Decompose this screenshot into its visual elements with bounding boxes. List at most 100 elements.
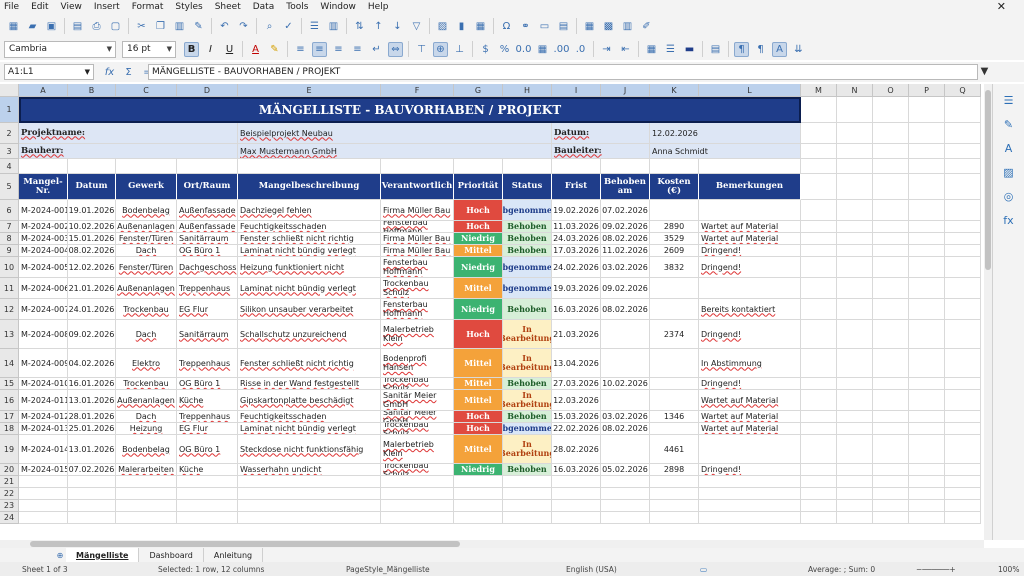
grid-cell[interactable] — [909, 476, 945, 488]
grid-cell[interactable] — [909, 278, 945, 299]
cell-gewerk[interactable]: Dach — [116, 320, 177, 349]
row-header-22[interactable]: 22 — [0, 488, 19, 500]
row-header-13[interactable]: 13 — [0, 320, 19, 349]
grid-cell[interactable] — [909, 123, 945, 144]
grid-cell[interactable] — [873, 423, 909, 435]
grid-cell[interactable] — [945, 435, 981, 464]
sheet-title[interactable]: MÄNGELLISTE - BAUVORHABEN / PROJEKT — [19, 97, 801, 123]
grid-cell[interactable] — [552, 512, 601, 524]
cell-ort[interactable]: EG Flur — [177, 423, 238, 435]
insert-chart-icon[interactable]: ▮ — [454, 19, 469, 34]
cell-frist[interactable]: 11.03.2026 — [552, 221, 601, 233]
cell-prio[interactable]: Hoch — [454, 221, 503, 233]
redo-icon[interactable]: ↷ — [236, 19, 251, 34]
zoom-slider[interactable]: −──────+ — [916, 565, 956, 574]
undo-icon[interactable]: ↶ — [217, 19, 232, 34]
column-title-12[interactable]: Bemerkungen — [699, 174, 801, 200]
cell-gewerk[interactable]: Malerarbeiten — [116, 464, 177, 476]
cell-kosten[interactable]: 4461 — [650, 435, 699, 464]
grid-cell[interactable] — [19, 500, 68, 512]
grid-cell[interactable] — [873, 278, 909, 299]
row-header-17[interactable]: 17 — [0, 411, 19, 423]
grid-cell[interactable] — [503, 476, 552, 488]
copy-icon[interactable]: ❐ — [153, 19, 168, 34]
pivot-table-icon[interactable]: ▦ — [473, 19, 488, 34]
cell-ort[interactable]: OG Büro 1 — [177, 378, 238, 390]
grid-cell[interactable] — [873, 97, 909, 123]
menu-item-sheet[interactable]: Sheet — [215, 2, 241, 12]
grid-cell[interactable] — [801, 221, 837, 233]
grid-cell[interactable] — [837, 423, 873, 435]
grid-cell[interactable] — [837, 174, 873, 200]
cell-behoben[interactable] — [601, 349, 650, 378]
font-name-box[interactable]: Cambria ▼ — [4, 40, 116, 58]
cell-beschr[interactable]: Heizung funktioniert nicht — [238, 257, 381, 278]
grid-cell[interactable] — [837, 390, 873, 411]
column-header-g[interactable]: G — [454, 84, 503, 97]
grid-cell[interactable] — [909, 390, 945, 411]
cell-ort[interactable]: Treppenhaus — [177, 278, 238, 299]
projekt-value[interactable]: Beispielprojekt Neubau — [238, 123, 552, 144]
menu-item-view[interactable]: View — [61, 2, 82, 12]
grid-cell[interactable] — [909, 299, 945, 320]
cell-bem[interactable]: Dringend! — [699, 320, 801, 349]
open-folder-icon[interactable]: ▰ — [25, 19, 40, 34]
cell-kosten[interactable] — [650, 349, 699, 378]
cell-nr[interactable]: M-2024-003 — [19, 233, 68, 245]
grid-cell[interactable] — [837, 144, 873, 159]
font-color-icon[interactable]: A — [248, 42, 263, 57]
horizontal-scrollbar[interactable] — [0, 540, 984, 548]
cell-nr[interactable]: M-2024-014 — [19, 435, 68, 464]
menu-item-edit[interactable]: Edit — [31, 2, 48, 12]
column-title-11[interactable]: Kosten (€) — [650, 174, 699, 200]
column-header-c[interactable]: C — [116, 84, 177, 97]
cell-behoben[interactable]: 03.02.2026 — [601, 411, 650, 423]
cell-datum[interactable]: 21.01.2026 — [68, 278, 116, 299]
column-title-6[interactable]: Verantwortlich — [381, 174, 454, 200]
row-header-23[interactable]: 23 — [0, 500, 19, 512]
grid-cell[interactable] — [177, 500, 238, 512]
row-header-20[interactable]: 20 — [0, 464, 19, 476]
column-header-f[interactable]: F — [381, 84, 454, 97]
cell-ort[interactable]: Küche — [177, 390, 238, 411]
cell-bem[interactable]: Dringend! — [699, 245, 801, 257]
cell-beschr[interactable]: Dachziegel fehlen — [238, 200, 381, 221]
bauleiter-label[interactable]: Bauleiter: — [552, 144, 650, 159]
print-icon[interactable]: ⎙ — [89, 19, 104, 34]
grid-cell[interactable] — [552, 488, 601, 500]
cell-nr[interactable]: M-2024-013 — [19, 423, 68, 435]
align-left-icon[interactable]: ≡ — [293, 42, 308, 57]
border-color-icon[interactable]: ▬ — [682, 42, 697, 57]
grid-cell[interactable] — [801, 411, 837, 423]
cell-verantw[interactable]: Malerbetrieb Klein — [381, 320, 454, 349]
cell-status[interactable]: In Bearbeitung — [503, 390, 552, 411]
column-header-q[interactable]: Q — [945, 84, 981, 97]
grid-cell[interactable] — [909, 435, 945, 464]
row-header-6[interactable]: 6 — [0, 200, 19, 221]
cell-nr[interactable]: M-2024-004 — [19, 245, 68, 257]
column-title-8[interactable]: Status — [503, 174, 552, 200]
cell-beschr[interactable]: Fenster schließt nicht richtig — [238, 233, 381, 245]
sidebar-menu-icon[interactable]: ☰ — [1001, 92, 1017, 108]
grid-cell[interactable] — [837, 200, 873, 221]
grid-cell[interactable] — [238, 476, 381, 488]
grid-cell[interactable] — [801, 476, 837, 488]
cell-beschr[interactable]: Feuchtigkeitsschaden — [238, 221, 381, 233]
cut-icon[interactable]: ✂ — [134, 19, 149, 34]
cell-status[interactable]: In Bearbeitung — [503, 349, 552, 378]
column-title-10[interactable]: Behoben am — [601, 174, 650, 200]
find-replace-icon[interactable]: ⌕ — [262, 19, 277, 34]
grid-cell[interactable] — [503, 488, 552, 500]
grid-cell[interactable] — [909, 500, 945, 512]
date-format-icon[interactable]: ▦ — [535, 42, 550, 57]
save-icon[interactable]: ▣ — [44, 19, 59, 34]
spelling-icon[interactable]: ✓ — [281, 19, 296, 34]
cell-verantw[interactable]: Fensterbau Hoffmann — [381, 257, 454, 278]
grid-cell[interactable] — [837, 221, 873, 233]
italic-icon[interactable]: I — [203, 42, 218, 57]
cell-kosten[interactable] — [650, 390, 699, 411]
currency-format-icon[interactable]: $ — [478, 42, 493, 57]
cell-status[interactable]: Behoben — [503, 233, 552, 245]
grid-cell[interactable] — [909, 320, 945, 349]
grid-cell[interactable] — [837, 464, 873, 476]
